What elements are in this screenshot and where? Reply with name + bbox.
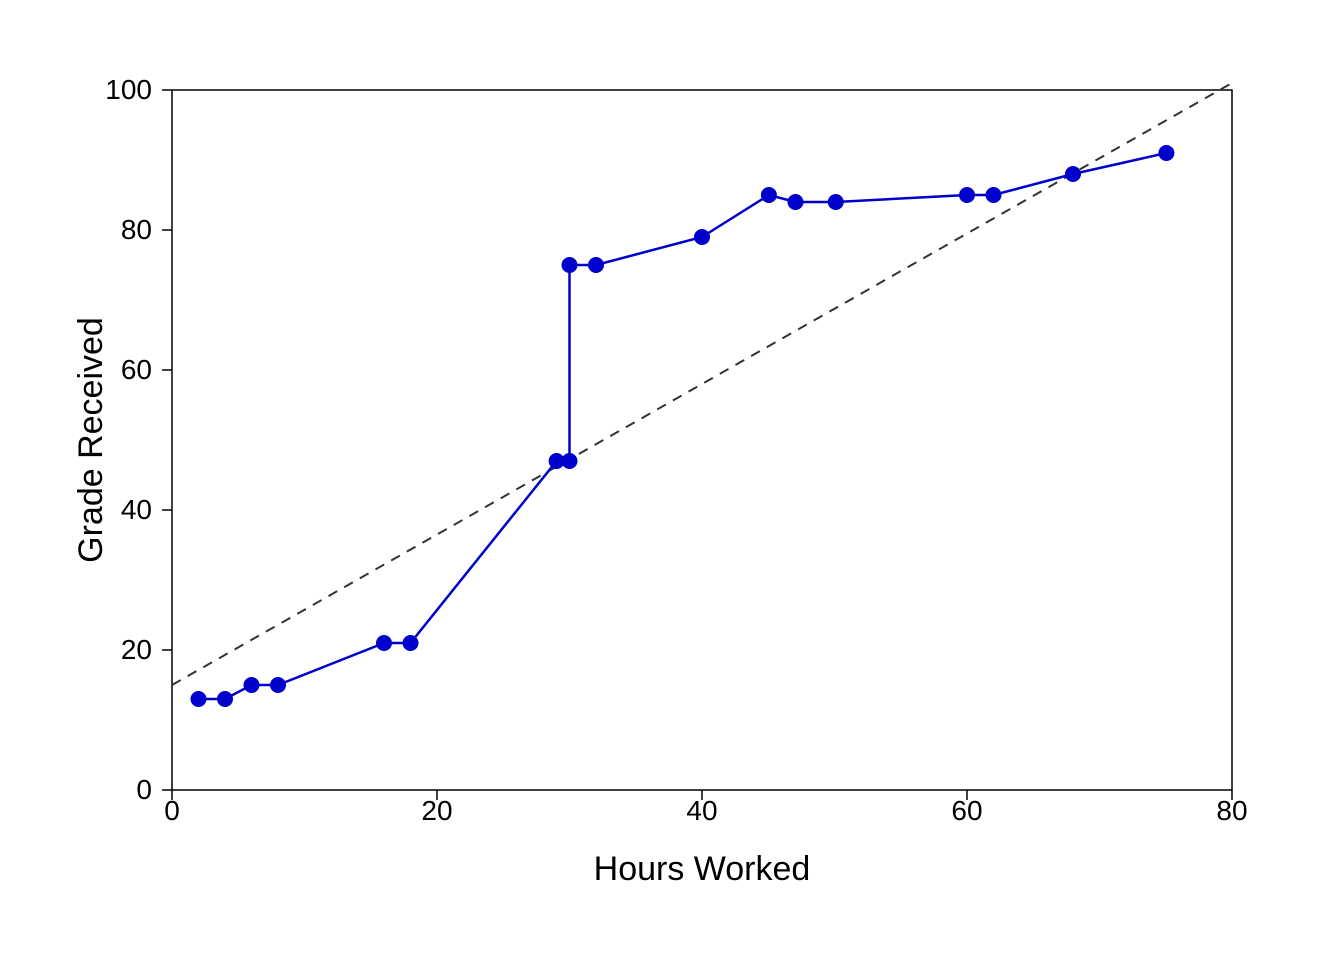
y-axis-label: Grade Received: [72, 317, 110, 563]
data-point: [562, 257, 578, 273]
data-point: [403, 635, 419, 651]
y-tick-label-100: 100: [105, 74, 152, 105]
data-point: [244, 677, 260, 693]
chart-svg: // This SVG uses hardcoded coordinates d…: [72, 50, 1272, 910]
data-point: [562, 453, 578, 469]
y-tick-label-80: 80: [121, 214, 152, 245]
x-tick-label-60: 60: [951, 795, 982, 826]
x-tick-label-20: 20: [421, 795, 452, 826]
x-tick-label-40: 40: [686, 795, 717, 826]
chart-container: // This SVG uses hardcoded coordinates d…: [72, 50, 1272, 910]
data-point: [588, 257, 604, 273]
data-point: [828, 194, 844, 210]
data-point: [986, 187, 1002, 203]
data-point: [191, 691, 207, 707]
data-point: [270, 677, 286, 693]
data-point: [788, 194, 804, 210]
data-point: [959, 187, 975, 203]
y-tick-label-40: 40: [121, 494, 152, 525]
x-axis-label: Hours Worked: [594, 850, 811, 888]
plot-area: [172, 90, 1232, 790]
data-point: [694, 229, 710, 245]
data-point: [1158, 145, 1174, 161]
y-tick-label-20: 20: [121, 634, 152, 665]
y-tick-label-0: 0: [136, 774, 152, 805]
y-tick-label-60: 60: [121, 354, 152, 385]
x-tick-label-80: 80: [1216, 795, 1247, 826]
data-point: [1065, 166, 1081, 182]
data-point: [376, 635, 392, 651]
data-point: [761, 187, 777, 203]
data-point: [217, 691, 233, 707]
x-tick-label-0: 0: [164, 795, 180, 826]
